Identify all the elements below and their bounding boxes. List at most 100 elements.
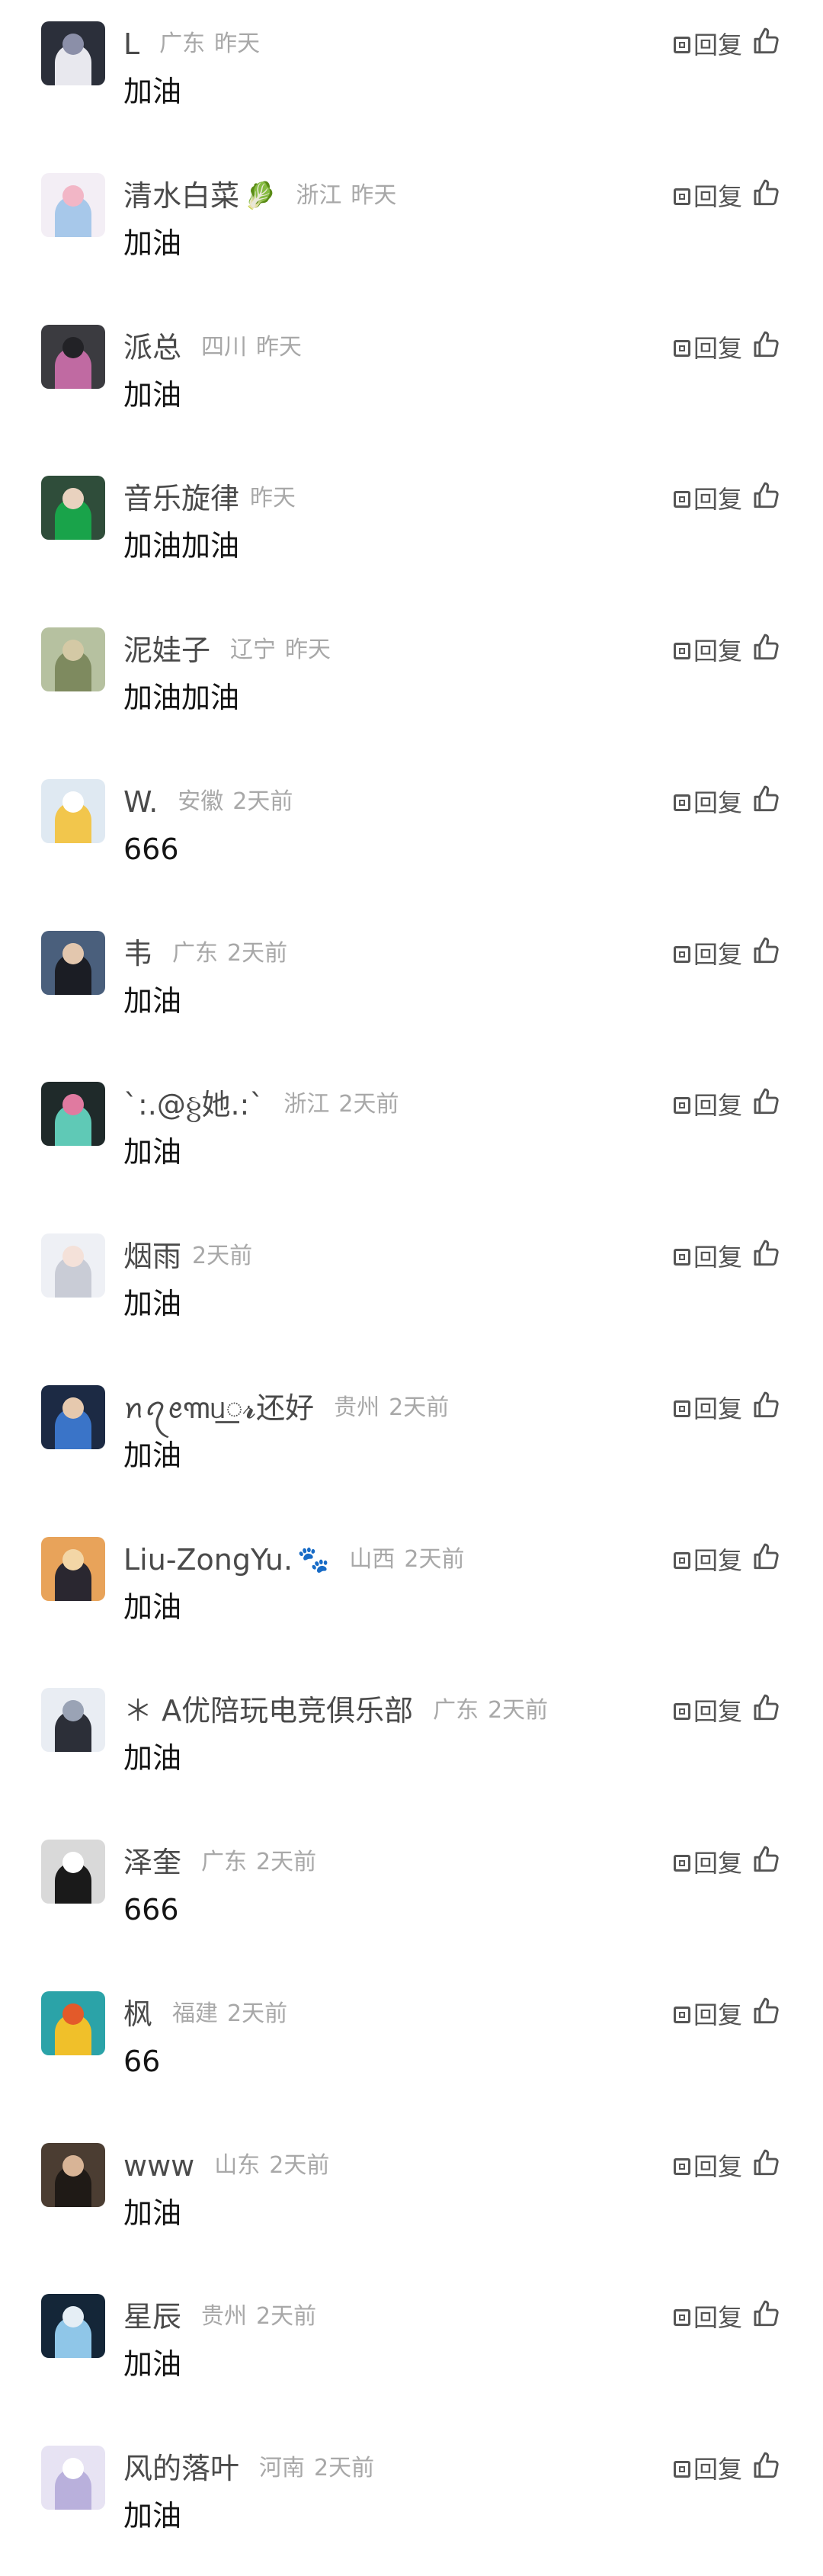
nickname[interactable]: W. bbox=[123, 779, 158, 825]
thumbs-up-icon bbox=[754, 2452, 779, 2478]
reply-button[interactable]: 回复 bbox=[674, 1545, 742, 1577]
like-button[interactable] bbox=[750, 2146, 783, 2180]
nickname-emoji: 🥬 bbox=[244, 180, 277, 211]
like-button[interactable] bbox=[750, 934, 783, 967]
nickname[interactable]: 泽奎 bbox=[123, 1840, 181, 1885]
avatar[interactable] bbox=[41, 1082, 105, 1147]
avatar-face bbox=[62, 1397, 84, 1419]
comment-meta: ＊ A优陪玩电竞俱乐部 广东 2天前 bbox=[123, 1688, 548, 1734]
reply-button[interactable]: 回复 bbox=[674, 483, 742, 515]
nickname[interactable]: 音乐旋律 bbox=[123, 476, 239, 521]
avatar[interactable] bbox=[41, 172, 105, 237]
nickname[interactable]: 派总 bbox=[123, 325, 181, 371]
avatar[interactable] bbox=[41, 627, 105, 691]
reply-button[interactable]: 回复 bbox=[674, 2453, 742, 2485]
avatar[interactable] bbox=[41, 1384, 105, 1449]
avatar[interactable] bbox=[41, 1688, 105, 1753]
ip-region: 河南 bbox=[259, 2455, 306, 2481]
thumbs-up-icon bbox=[754, 2300, 779, 2327]
nickname[interactable]: ＊ A优陪玩电竞俱乐部 bbox=[123, 1688, 413, 1734]
comment-time: 2天前 bbox=[488, 1697, 549, 1724]
nickname[interactable]: `:.@ઠ્ઠ她.:` bbox=[123, 1082, 264, 1128]
comment-text: 加油加油 bbox=[123, 681, 240, 714]
reply-label: 回复 bbox=[693, 1849, 743, 1878]
comment-item: 音乐旋律 昨天 加油加油 回复 bbox=[0, 454, 823, 606]
nickname[interactable]: 清水白菜 bbox=[123, 173, 239, 219]
reply-button[interactable]: 回复 bbox=[674, 2302, 742, 2334]
nickname[interactable]: 韦 bbox=[123, 931, 152, 977]
reply-label: 回复 bbox=[693, 2151, 743, 2181]
ip-region: 辽宁 bbox=[230, 637, 277, 663]
avatar[interactable] bbox=[41, 476, 105, 541]
avatar[interactable] bbox=[41, 1233, 105, 1298]
avatar-face bbox=[62, 184, 84, 207]
avatar[interactable] bbox=[41, 1840, 105, 1904]
like-button[interactable] bbox=[750, 328, 783, 361]
like-button[interactable] bbox=[750, 1994, 783, 2028]
reply-button[interactable]: 回复 bbox=[674, 635, 742, 667]
avatar[interactable] bbox=[41, 930, 105, 995]
nickname[interactable]: 风的落叶 bbox=[123, 2446, 239, 2491]
like-button[interactable] bbox=[750, 1237, 783, 1270]
comment-text: 666 bbox=[123, 832, 179, 866]
reply-icon bbox=[674, 2006, 690, 2023]
reply-button[interactable]: 回复 bbox=[674, 29, 742, 61]
avatar[interactable] bbox=[41, 324, 105, 389]
nickname[interactable]: 泥娃子 bbox=[123, 627, 210, 673]
comment-item: Liu-ZongYu. 🐾 山西 2天前 加油 回复 bbox=[0, 1516, 823, 1667]
avatar[interactable] bbox=[41, 2142, 105, 2207]
comment-time: 2天前 bbox=[256, 1849, 317, 1875]
ip-region: 安徽 bbox=[178, 788, 224, 815]
nickname[interactable]: ꪀꪖꫀ꧑ᥙ꯭𝓻还好 bbox=[123, 1385, 314, 1431]
comment-time: 昨天 bbox=[214, 30, 261, 57]
reply-button[interactable]: 回复 bbox=[674, 181, 742, 213]
nickname[interactable]: L bbox=[123, 21, 139, 67]
nickname[interactable]: 烟雨 bbox=[123, 1233, 181, 1279]
thumbs-up-icon bbox=[754, 27, 779, 54]
reply-button[interactable]: 回复 bbox=[674, 1999, 742, 2031]
reply-button[interactable]: 回复 bbox=[674, 1241, 742, 1273]
reply-icon bbox=[674, 1400, 690, 1417]
like-button[interactable] bbox=[750, 1085, 783, 1118]
avatar[interactable] bbox=[41, 2294, 105, 2359]
avatar-face bbox=[62, 336, 84, 358]
avatar[interactable] bbox=[41, 21, 105, 85]
nickname[interactable]: www bbox=[123, 2143, 194, 2189]
avatar[interactable] bbox=[41, 1536, 105, 1601]
like-button[interactable] bbox=[750, 2449, 783, 2482]
reply-button[interactable]: 回复 bbox=[674, 1393, 742, 1425]
like-button[interactable] bbox=[750, 782, 783, 816]
comment-item: `:.@ઠ્ઠ她.:` 浙江 2天前 加油 回复 bbox=[0, 1060, 823, 1212]
like-button[interactable] bbox=[750, 630, 783, 664]
avatar[interactable] bbox=[41, 1991, 105, 2055]
nickname[interactable]: 枫 bbox=[123, 1991, 152, 2037]
like-button[interactable] bbox=[750, 2297, 783, 2331]
reply-button[interactable]: 回复 bbox=[674, 2151, 742, 2183]
comment-item: ＊ A优陪玩电竞俱乐部 广东 2天前 加油 回复 bbox=[0, 1667, 823, 1818]
ip-region: 四川 bbox=[201, 333, 248, 361]
reply-button[interactable]: 回复 bbox=[674, 332, 742, 364]
like-button[interactable] bbox=[750, 24, 783, 58]
like-button[interactable] bbox=[750, 176, 783, 210]
ip-region: 山东 bbox=[214, 2151, 261, 2179]
like-button[interactable] bbox=[750, 1540, 783, 1574]
nickname[interactable]: Liu-ZongYu. bbox=[123, 1537, 293, 1583]
like-button[interactable] bbox=[750, 1388, 783, 1422]
nickname[interactable]: 星辰 bbox=[123, 2294, 181, 2340]
comment-text: 加油 bbox=[123, 226, 182, 260]
ip-region: 贵州 bbox=[201, 2303, 248, 2331]
reply-button[interactable]: 回复 bbox=[674, 1089, 742, 1121]
reply-button[interactable]: 回复 bbox=[674, 1847, 742, 1879]
avatar[interactable] bbox=[41, 2446, 105, 2510]
avatar[interactable] bbox=[41, 778, 105, 843]
reply-button[interactable]: 回复 bbox=[674, 787, 742, 819]
like-button[interactable] bbox=[750, 1843, 783, 1876]
reply-button[interactable]: 回复 bbox=[674, 1695, 742, 1727]
reply-icon bbox=[674, 1551, 690, 1569]
comment-time: 2天前 bbox=[256, 2303, 317, 2331]
comment-time: 昨天 bbox=[285, 637, 331, 663]
like-button[interactable] bbox=[750, 479, 783, 512]
reply-button[interactable]: 回复 bbox=[674, 938, 742, 970]
like-button[interactable] bbox=[750, 1691, 783, 1724]
avatar-face bbox=[62, 34, 84, 55]
